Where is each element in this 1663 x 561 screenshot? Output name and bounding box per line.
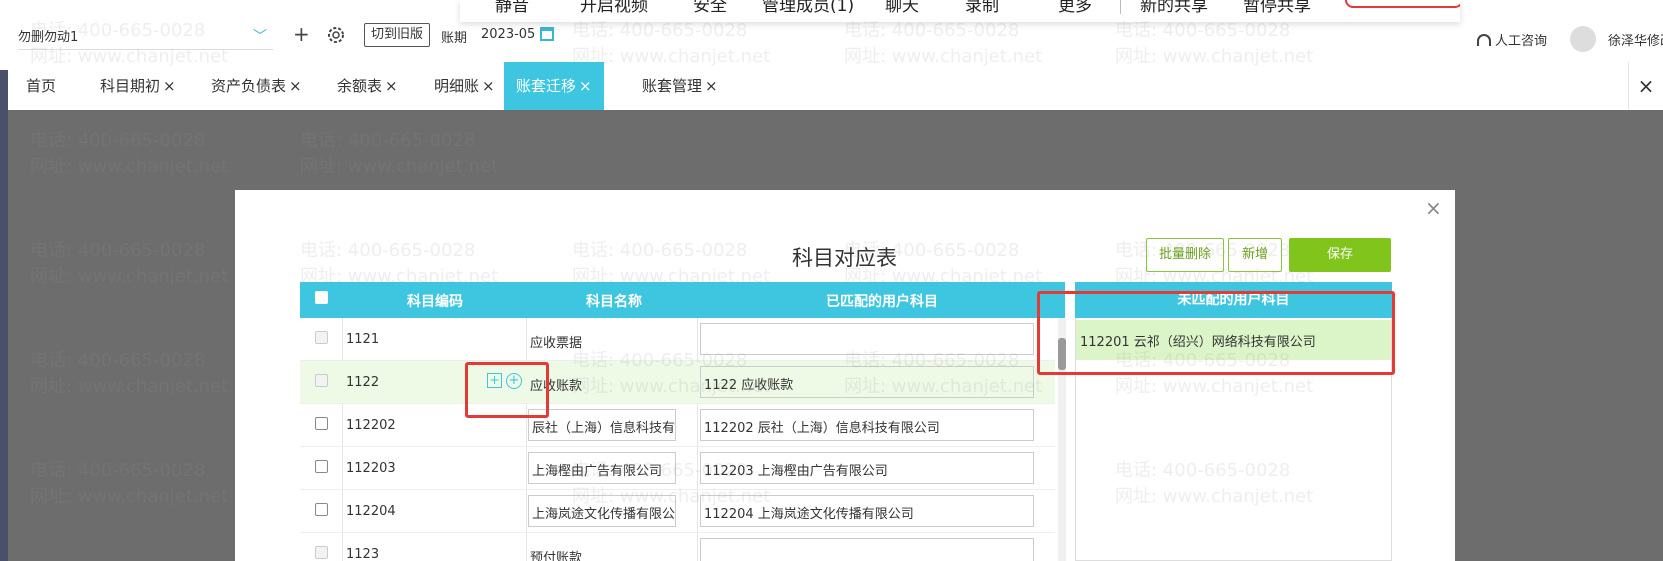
matched-account-field[interactable]: 112204 上海岚途文化传播有限公司 [700, 495, 1034, 527]
col-matched: 已匹配的用户科目 [826, 294, 938, 310]
row-code: 112204 [346, 504, 396, 519]
tab-ledger[interactable]: 明细账 × [434, 62, 495, 110]
row-code: 1122 [346, 375, 380, 390]
mute-button[interactable]: 静音 [495, 0, 529, 16]
support-label: 人工咨询 [1495, 34, 1548, 49]
row-checkbox [315, 546, 328, 559]
tab-balance-sheet[interactable]: 资产负债表 × [211, 62, 302, 110]
meeting-toolbar: 静音 开启视频 安全 管理成员(1) 聊天 录制 更多 新的共享 暂停共享 [460, 0, 1460, 22]
row-code: 112203 [346, 461, 396, 476]
period-label: 账期 [441, 31, 468, 46]
save-button[interactable]: 保存 [1289, 238, 1391, 272]
close-icon[interactable]: × [705, 77, 718, 95]
table-row[interactable]: 112204 上海岚途文化传播有限公司 112204 上海岚途文化传播有限公司 [300, 490, 1055, 533]
chevron-down-icon: ﹀ [253, 28, 267, 45]
chat-button[interactable]: 聊天 [885, 0, 919, 16]
row-checkbox[interactable] [315, 503, 328, 516]
avatar[interactable] [1570, 26, 1596, 52]
close-icon[interactable]: × [385, 77, 398, 95]
table-row[interactable]: 1121 应收票据 [300, 318, 1055, 361]
tab-bar: 首页 科目期初 × 资产负债表 × 余额表 × 明细账 × 账套迁移 × 账套管理 × [8, 62, 1663, 110]
more-button[interactable]: 更多 [1058, 0, 1092, 16]
account-set-value: 勿删勿动1 [18, 30, 79, 45]
table-row[interactable]: 112203 上海樫由广告有限公司 112203 上海樫由广告有限公司 [300, 447, 1055, 490]
table-header: 科目编码 科目名称 已匹配的用户科目 [300, 282, 1065, 318]
matched-account-field[interactable] [700, 323, 1034, 355]
switch-old-version-button[interactable]: 切到旧版 [364, 23, 431, 47]
matched-account-field[interactable]: 1122 应收账款 [700, 366, 1034, 398]
close-icon[interactable]: × [163, 77, 176, 95]
calendar-icon[interactable] [540, 27, 554, 41]
tab-label: 账套迁移 [516, 77, 577, 95]
close-icon[interactable]: × [482, 77, 495, 95]
row-checkbox[interactable] [315, 460, 328, 473]
row-name: 预付账款 [530, 551, 583, 561]
tab-label: 余额表 [337, 77, 383, 95]
dialog-title: 科目对应表 [792, 246, 897, 270]
row-name-field[interactable]: 辰社（上海）信息科技有限公司 [528, 409, 676, 441]
record-button[interactable]: 录制 [965, 0, 999, 16]
security-button[interactable]: 安全 [693, 0, 727, 16]
dialog-close-icon[interactable]: × [1425, 196, 1442, 220]
row-code: 1123 [346, 547, 380, 561]
tab-account-migration[interactable]: 账套迁移 × [504, 62, 604, 110]
tab-label: 账套管理 [642, 77, 703, 95]
pause-share-button[interactable]: 暂停共享 [1243, 0, 1311, 16]
col-name: 科目名称 [586, 294, 642, 310]
row-code: 1121 [346, 332, 380, 347]
add-icon[interactable]: + [293, 22, 310, 46]
tab-account-management[interactable]: 账套管理 × [642, 62, 718, 110]
row-name-field[interactable]: 上海樫由广告有限公司 [528, 452, 676, 484]
tab-label: 明细账 [434, 77, 480, 95]
highlight-box [465, 362, 549, 418]
tab-label: 资产负债表 [211, 77, 287, 95]
start-video-button[interactable]: 开启视频 [580, 0, 648, 16]
period-value[interactable]: 2023-05 [481, 27, 535, 42]
tab-label: 首页 [26, 77, 57, 95]
tab-label: 科目期初 [100, 77, 161, 95]
row-checkbox[interactable] [315, 417, 328, 430]
row-name: 应收票据 [530, 336, 583, 351]
highlight-box [1037, 291, 1395, 375]
matched-account-field[interactable] [700, 538, 1034, 561]
row-checkbox [315, 374, 328, 387]
close-all-tabs-icon[interactable]: × [1628, 62, 1663, 110]
tab-home[interactable]: 首页 [26, 62, 56, 110]
row-name-field[interactable]: 上海岚途文化传播有限公司 [528, 495, 676, 527]
select-all-checkbox[interactable] [315, 291, 328, 304]
close-icon[interactable]: × [579, 77, 592, 95]
left-nav-strip [0, 0, 8, 561]
toolbar-divider [1120, 0, 1121, 14]
matched-account-field[interactable]: 112202 辰社（上海）信息科技有限公司 [700, 409, 1034, 441]
col-code: 科目编码 [407, 294, 463, 310]
new-share-button[interactable]: 新的共享 [1140, 0, 1208, 16]
batch-delete-button[interactable]: 批量删除 [1146, 238, 1224, 272]
row-code: 112202 [346, 418, 396, 433]
tab-trial-balance[interactable]: 余额表 × [337, 62, 398, 110]
manage-members-button[interactable]: 管理成员(1) [762, 0, 854, 16]
table-row[interactable]: 112202 辰社（上海）信息科技有限公司 112202 辰社（上海）信息科技有… [300, 404, 1055, 447]
headset-icon [1477, 33, 1491, 46]
username[interactable]: 徐泽华修改 [1608, 30, 1663, 49]
tab-opening-balance[interactable]: 科目期初 × [100, 62, 176, 110]
end-meeting-button[interactable] [1345, 0, 1460, 8]
gear-icon[interactable] [325, 24, 347, 46]
table-row[interactable]: 1123 预付账款 [300, 533, 1055, 561]
row-checkbox [315, 331, 328, 344]
matched-account-field[interactable]: 112203 上海樫由广告有限公司 [700, 452, 1034, 484]
account-set-select[interactable]: 勿删勿动1 ﹀ [18, 22, 273, 50]
add-button[interactable]: 新增 [1228, 238, 1282, 272]
close-icon[interactable]: × [289, 77, 302, 95]
table-row[interactable]: 1122 + + 应收账款 1122 应收账款 [300, 361, 1055, 404]
support-link[interactable]: 人工咨询 [1477, 30, 1547, 49]
